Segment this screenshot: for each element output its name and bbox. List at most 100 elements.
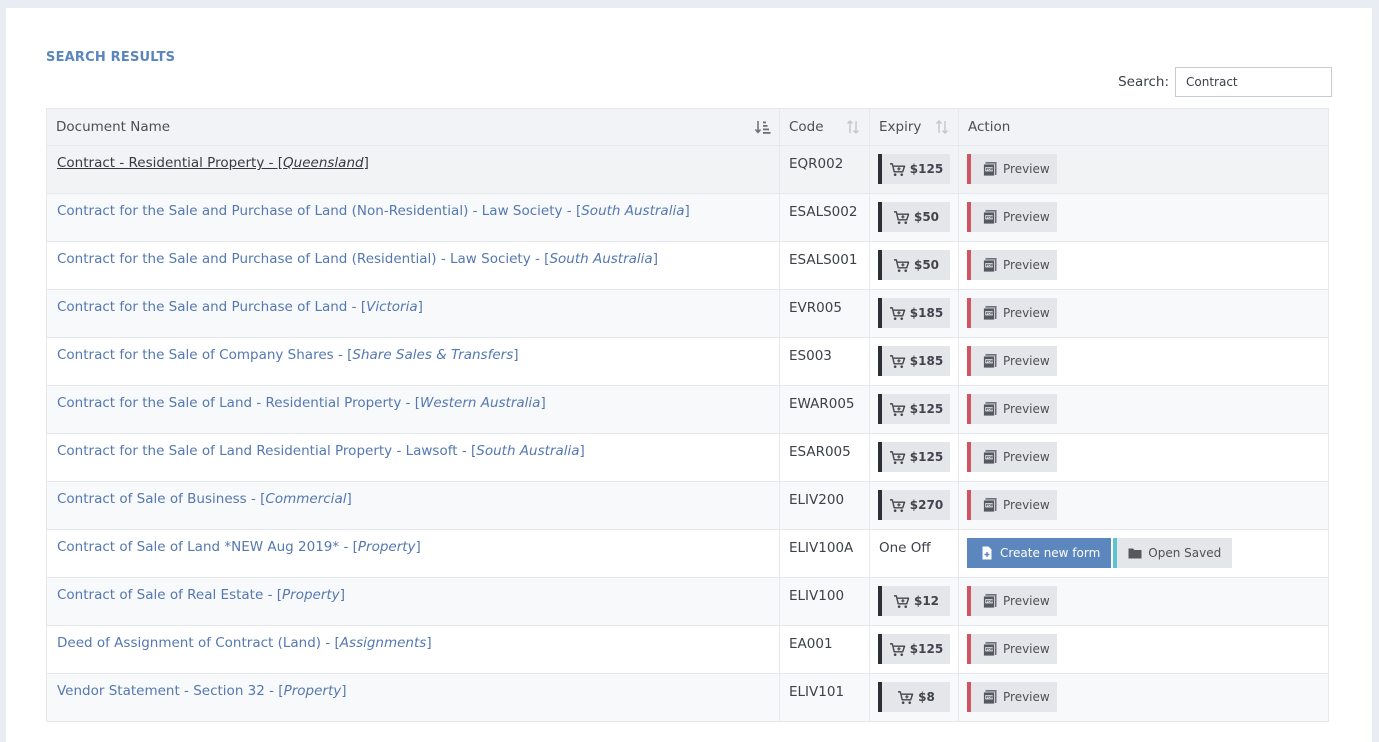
price-label: $185	[909, 354, 944, 368]
price-label: $270	[909, 498, 944, 512]
document-name-cell: Deed of Assignment of Contract (Land) - …	[46, 625, 780, 674]
results-table: Document Name Code Expiry Action Contrac…	[46, 108, 1329, 722]
document-name: Contract of Sale of Land *NEW Aug 2019* …	[57, 539, 358, 555]
svg-text:PDF: PDF	[986, 648, 994, 652]
sort-icon	[935, 120, 949, 134]
preview-button[interactable]: PDF Preview	[967, 442, 1057, 472]
document-link[interactable]: Deed of Assignment of Contract (Land) - …	[57, 635, 432, 651]
document-code: ELIV100A	[779, 529, 870, 578]
document-link[interactable]: Contract of Sale of Real Estate - [Prope…	[57, 587, 345, 603]
table-row: Contract for the Sale and Purchase of La…	[46, 193, 1329, 242]
pdf-file-icon: PDF	[983, 402, 997, 417]
column-header-label: Expiry	[879, 119, 922, 135]
document-name-cell: Contract for the Sale and Purchase of La…	[46, 241, 780, 290]
document-region: Victoria	[366, 299, 418, 315]
document-bracket-close: ]	[540, 395, 546, 411]
column-header-label: Document Name	[56, 119, 171, 135]
preview-button[interactable]: PDF Preview	[967, 154, 1057, 184]
document-name: Contract for the Sale and Purchase of La…	[57, 251, 550, 267]
action-cell: PDF Preview	[958, 385, 1329, 434]
cart-icon	[898, 690, 914, 704]
document-code: ESAR005	[779, 433, 870, 482]
cart-icon	[889, 306, 906, 320]
table-row: Vendor Statement - Section 32 - [Propert…	[46, 673, 1329, 722]
preview-label: Preview	[1003, 402, 1050, 416]
pdf-file-icon: PDF	[983, 642, 997, 657]
document-code: ESALS001	[779, 241, 870, 290]
column-header-expiry[interactable]: Expiry	[869, 108, 959, 146]
svg-text:PDF: PDF	[986, 216, 994, 220]
document-link[interactable]: Contract of Sale of Land *NEW Aug 2019* …	[57, 539, 421, 555]
expiry-cell: $50	[869, 241, 959, 290]
document-region: Assignments	[339, 635, 427, 651]
buy-button[interactable]: $125	[878, 154, 950, 184]
buy-button[interactable]: $125	[878, 442, 950, 472]
preview-button[interactable]: PDF Preview	[967, 250, 1057, 280]
preview-button[interactable]: PDF Preview	[967, 682, 1057, 712]
preview-button[interactable]: PDF Preview	[967, 586, 1057, 616]
buy-button[interactable]: $50	[878, 250, 950, 280]
document-name-cell: Contract for the Sale of Land - Resident…	[46, 385, 780, 434]
preview-label: Preview	[1003, 354, 1050, 368]
svg-text:PDF: PDF	[986, 456, 994, 460]
document-bracket-close: ]	[426, 635, 432, 651]
document-bracket-close: ]	[417, 299, 423, 315]
buy-button[interactable]: $270	[878, 490, 950, 520]
document-region: South Australia	[581, 203, 685, 219]
open-saved-button[interactable]: Open Saved	[1113, 538, 1233, 568]
create-new-form-button[interactable]: Create new form	[967, 538, 1112, 568]
document-link[interactable]: Contract of Sale of Business - [Commerci…	[57, 491, 352, 507]
svg-text:PDF: PDF	[986, 168, 994, 172]
buy-button[interactable]: $185	[878, 298, 950, 328]
preview-button[interactable]: PDF Preview	[967, 346, 1057, 376]
document-link[interactable]: Contract for the Sale of Company Shares …	[57, 347, 519, 363]
document-code: ES003	[779, 337, 870, 386]
table-row: Contract of Sale of Business - [Commerci…	[46, 481, 1329, 530]
buy-button[interactable]: $50	[878, 202, 950, 232]
action-cell: PDF Preview	[958, 289, 1329, 338]
price-label: $125	[909, 402, 944, 416]
table-row: Contract - Residential Property - [Queen…	[46, 145, 1329, 194]
table-row: Deed of Assignment of Contract (Land) - …	[46, 625, 1329, 674]
preview-button[interactable]: PDF Preview	[967, 298, 1057, 328]
price-label: $8	[918, 690, 935, 704]
folder-icon	[1128, 548, 1142, 559]
cart-icon	[889, 354, 906, 368]
document-link[interactable]: Contract for the Sale and Purchase of La…	[57, 251, 658, 267]
expiry-cell: $125	[869, 145, 959, 194]
cart-icon	[893, 210, 910, 224]
document-bracket-close: ]	[415, 539, 421, 555]
svg-text:PDF: PDF	[986, 408, 994, 412]
document-name: Deed of Assignment of Contract (Land) - …	[57, 635, 340, 651]
buy-button[interactable]: $125	[878, 394, 950, 424]
column-header-code[interactable]: Code	[779, 108, 870, 146]
preview-button[interactable]: PDF Preview	[967, 634, 1057, 664]
document-link[interactable]: Contract for the Sale and Purchase of La…	[57, 299, 423, 315]
buy-button[interactable]: $125	[878, 634, 950, 664]
table-row: Contract for the Sale and Purchase of La…	[46, 241, 1329, 290]
action-cell: PDF Preview	[958, 481, 1329, 530]
document-link[interactable]: Contract - Residential Property - [Queen…	[57, 155, 369, 171]
buy-button[interactable]: $8	[878, 682, 950, 712]
open-saved-label: Open Saved	[1148, 546, 1222, 560]
preview-label: Preview	[1003, 450, 1050, 464]
expiry-cell: $185	[869, 337, 959, 386]
preview-button[interactable]: PDF Preview	[967, 202, 1057, 232]
document-link[interactable]: Vendor Statement - Section 32 - [Propert…	[57, 683, 347, 699]
document-name: Contract of Sale of Business - [	[57, 491, 266, 507]
action-cell: PDF Preview	[958, 625, 1329, 674]
document-name: Contract for the Sale of Land Residentia…	[57, 443, 477, 459]
document-region: Western Australia	[420, 395, 541, 411]
document-name: Contract for the Sale of Land - Resident…	[57, 395, 421, 411]
buy-button[interactable]: $12	[878, 586, 950, 616]
document-name-cell: Vendor Statement - Section 32 - [Propert…	[46, 673, 780, 722]
search-input[interactable]	[1175, 67, 1332, 97]
preview-button[interactable]: PDF Preview	[967, 490, 1057, 520]
preview-button[interactable]: PDF Preview	[967, 394, 1057, 424]
document-link[interactable]: Contract for the Sale of Land - Resident…	[57, 395, 546, 411]
document-link[interactable]: Contract for the Sale of Land Residentia…	[57, 443, 585, 459]
document-code: ELIV100	[779, 577, 870, 626]
document-link[interactable]: Contract for the Sale and Purchase of La…	[57, 203, 690, 219]
column-header-document-name[interactable]: Document Name	[46, 108, 780, 146]
buy-button[interactable]: $185	[878, 346, 950, 376]
